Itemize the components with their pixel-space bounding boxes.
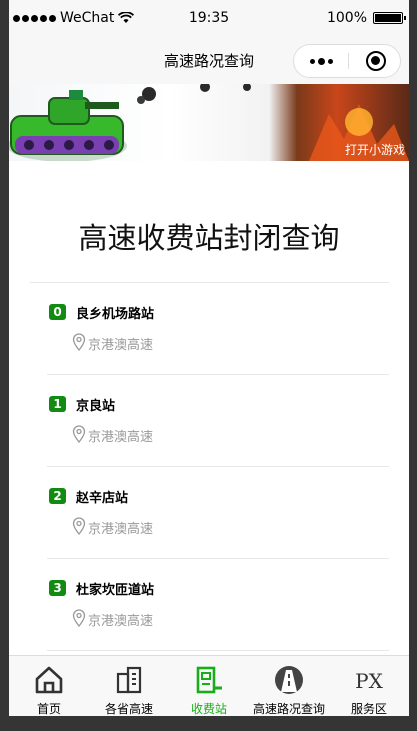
station-name: 杜家坎匝道站 [76, 583, 155, 598]
tab-bar: 首页 各省高速 收费站 高速路况查询 PX 服务区 [9, 655, 409, 716]
tab-label: 各省高速 [104, 702, 153, 716]
station-index-badge: 3 [49, 580, 66, 596]
tab-home[interactable]: 首页 [9, 656, 89, 716]
station-index-badge: 0 [49, 304, 66, 320]
game-ad-banner[interactable]: 打开小游戏 [9, 84, 409, 161]
tab-label: 高速路况查询 [252, 702, 325, 716]
station-index-badge: 1 [49, 396, 66, 412]
phone-screen: WeChat 19:35 100% 高速路况查询 打开小游戏 高速收费站封闭查询… [9, 0, 409, 716]
station-item[interactable]: 2 赵辛店站 京港澳高速 [47, 467, 389, 559]
station-item[interactable]: 1 京良站 京港澳高速 [47, 375, 389, 467]
station-name: 赵辛店站 [76, 491, 129, 506]
location-pin-icon [72, 517, 86, 535]
status-bar: WeChat 19:35 100% [9, 0, 409, 38]
battery-percent: 100% [326, 10, 367, 26]
tab-provinces[interactable]: 各省高速 [89, 656, 169, 716]
building-icon [116, 666, 142, 694]
mini-program-capsule [293, 44, 401, 78]
tab-highway-status[interactable]: 高速路况查询 [249, 656, 329, 716]
station-item[interactable]: 3 杜家坎匝道站 京港澳高速 [47, 559, 389, 651]
px-icon: PX [355, 669, 383, 693]
tab-service-area[interactable]: PX 服务区 [329, 656, 409, 716]
station-road: 京港澳高速 [88, 522, 154, 537]
more-button[interactable] [294, 45, 348, 77]
station-road: 京港澳高速 [88, 614, 154, 629]
location-pin-icon [72, 425, 86, 443]
station-name: 京良站 [76, 399, 116, 414]
tab-toll-stations[interactable]: 收费站 [169, 656, 249, 716]
battery-group: 100% [326, 10, 406, 26]
station-item[interactable]: 0 良乡机场路站 京港澳高速 [47, 283, 389, 375]
nav-bar: 高速路况查询 [9, 38, 409, 84]
tab-label: 收费站 [190, 702, 227, 716]
tab-label: 首页 [36, 702, 61, 716]
home-icon [35, 666, 63, 694]
highway-icon [275, 666, 303, 694]
open-mini-game-link[interactable]: 打开小游戏 [345, 141, 405, 158]
tab-label: 服务区 [350, 702, 387, 716]
station-index-badge: 2 [49, 488, 66, 504]
location-pin-icon [72, 609, 86, 627]
page-title: 高速收费站封闭查询 [78, 221, 340, 255]
toll-station-icon [196, 666, 222, 694]
station-road: 京港澳高速 [88, 338, 154, 353]
svg-text:PX: PX [355, 669, 383, 693]
battery-icon [373, 12, 406, 24]
station-list: 0 良乡机场路站 京港澳高速 1 京良站 京港澳高速 2 赵辛店站 京港澳高速 … [47, 283, 389, 651]
capsule-divider [348, 53, 349, 69]
station-name: 良乡机场路站 [76, 307, 155, 322]
station-road: 京港澳高速 [88, 430, 154, 445]
close-mini-program-button[interactable] [366, 51, 386, 71]
location-pin-icon [72, 333, 86, 351]
